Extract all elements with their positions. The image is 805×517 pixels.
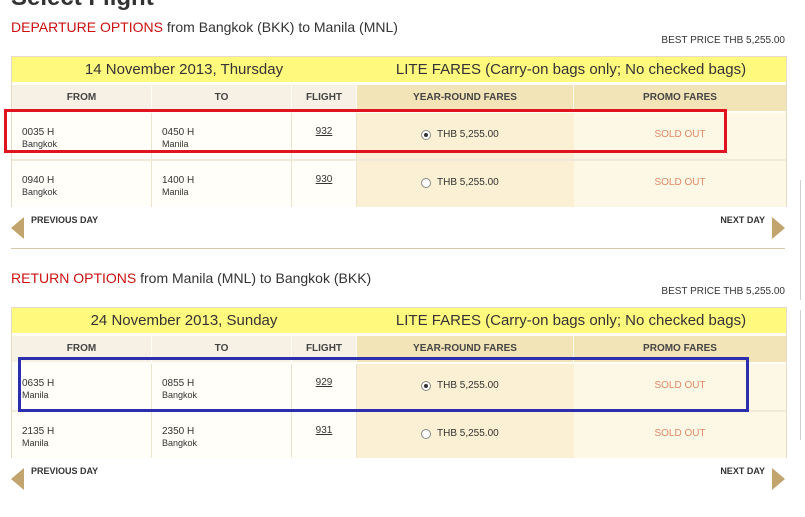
arrow-right-icon	[772, 217, 785, 239]
next-day-label: NEXT DAY	[720, 466, 765, 476]
fare-radio[interactable]	[421, 429, 431, 439]
col-year-round-fares: YEAR-ROUND FARES	[357, 85, 573, 111]
from-cell: 2135 H Manila	[12, 412, 152, 458]
col-promo-fares: PROMO FARES	[574, 85, 786, 111]
col-from: FROM	[12, 85, 151, 111]
departure-route: from Bangkok (BKK) to Manila (MNL)	[166, 19, 398, 35]
return-title: RETURN OPTIONS from Manila (MNL) to Bang…	[11, 270, 371, 286]
return-route: from Manila (MNL) to Bangkok (BKK)	[140, 270, 372, 286]
previous-day-label: PREVIOUS DAY	[31, 466, 99, 476]
arrival-city: Bangkok	[162, 438, 198, 448]
right-edge-mark	[800, 310, 801, 440]
return-options-label: RETURN OPTIONS	[11, 270, 137, 286]
sold-out-label: SOLD OUT	[654, 177, 706, 188]
departure-fare-type: LITE FARES (Carry-on bags only; No check…	[395, 61, 747, 78]
promo-fare-cell: SOLD OUT	[574, 161, 786, 207]
departure-previous-day-button[interactable]: PREVIOUS DAY	[11, 215, 131, 241]
flight-number-link[interactable]: 931	[292, 425, 356, 436]
return-table-header: 24 November 2013, Sunday LITE FARES (Car…	[12, 308, 786, 333]
return-next-day-button[interactable]: NEXT DAY	[665, 466, 785, 492]
departure-time: 0940 H	[22, 175, 55, 186]
col-flight: FLIGHT	[292, 85, 356, 111]
previous-day-label: PREVIOUS DAY	[31, 215, 99, 225]
col-to: TO	[152, 85, 291, 111]
flight-cell: 931	[292, 412, 357, 458]
arrival-city: Manila	[162, 187, 189, 197]
flight-number-link[interactable]: 930	[292, 174, 356, 185]
flight-row: 2135 H Manila 2350 H Bangkok 931 THB 5,2…	[12, 412, 786, 458]
to-cell: 2350 H Bangkok	[152, 412, 292, 458]
departure-date: 14 November 2013, Thursday	[84, 61, 284, 78]
return-previous-day-button[interactable]: PREVIOUS DAY	[11, 466, 131, 492]
fare-price: THB 5,255.00	[437, 177, 499, 188]
arrow-left-icon	[11, 217, 24, 239]
departure-best-price: BEST PRICE THB 5,255.00	[661, 35, 785, 46]
departure-selection-highlight	[4, 109, 727, 153]
fare-price: THB 5,255.00	[437, 428, 499, 439]
departure-options-label: DEPARTURE OPTIONS	[11, 19, 163, 35]
sold-out-label: SOLD OUT	[654, 428, 706, 439]
promo-fare-cell: SOLD OUT	[574, 412, 786, 458]
arrow-right-icon	[772, 468, 785, 490]
section-divider	[11, 248, 785, 249]
departure-title: DEPARTURE OPTIONS from Bangkok (BKK) to …	[11, 19, 398, 35]
return-date: 24 November 2013, Sunday	[90, 312, 278, 329]
flight-cell: 930	[292, 161, 357, 207]
flight-row: 0940 H Bangkok 1400 H Manila 930 THB 5,2…	[12, 161, 786, 207]
from-cell: 0940 H Bangkok	[12, 161, 152, 207]
arrival-time: 1400 H	[162, 175, 195, 186]
return-best-price: BEST PRICE THB 5,255.00	[661, 286, 785, 297]
year-round-fare-cell: THB 5,255.00	[357, 161, 574, 207]
return-fare-type: LITE FARES (Carry-on bags only; No check…	[395, 312, 747, 329]
fare-radio[interactable]	[421, 178, 431, 188]
departure-next-day-button[interactable]: NEXT DAY	[665, 215, 785, 241]
to-cell: 1400 H Manila	[152, 161, 292, 207]
arrival-time: 2350 H	[162, 426, 195, 437]
departure-city: Manila	[22, 438, 49, 448]
return-selection-highlight	[18, 357, 749, 412]
departure-city: Bangkok	[22, 187, 58, 197]
arrow-left-icon	[11, 468, 24, 490]
next-day-label: NEXT DAY	[720, 215, 765, 225]
year-round-fare-cell: THB 5,255.00	[357, 412, 574, 458]
page-title: Select Flight	[11, 0, 154, 12]
departure-time: 2135 H	[22, 426, 55, 437]
right-edge-mark	[800, 180, 801, 300]
departure-table-header: 14 November 2013, Thursday LITE FARES (C…	[12, 57, 786, 82]
